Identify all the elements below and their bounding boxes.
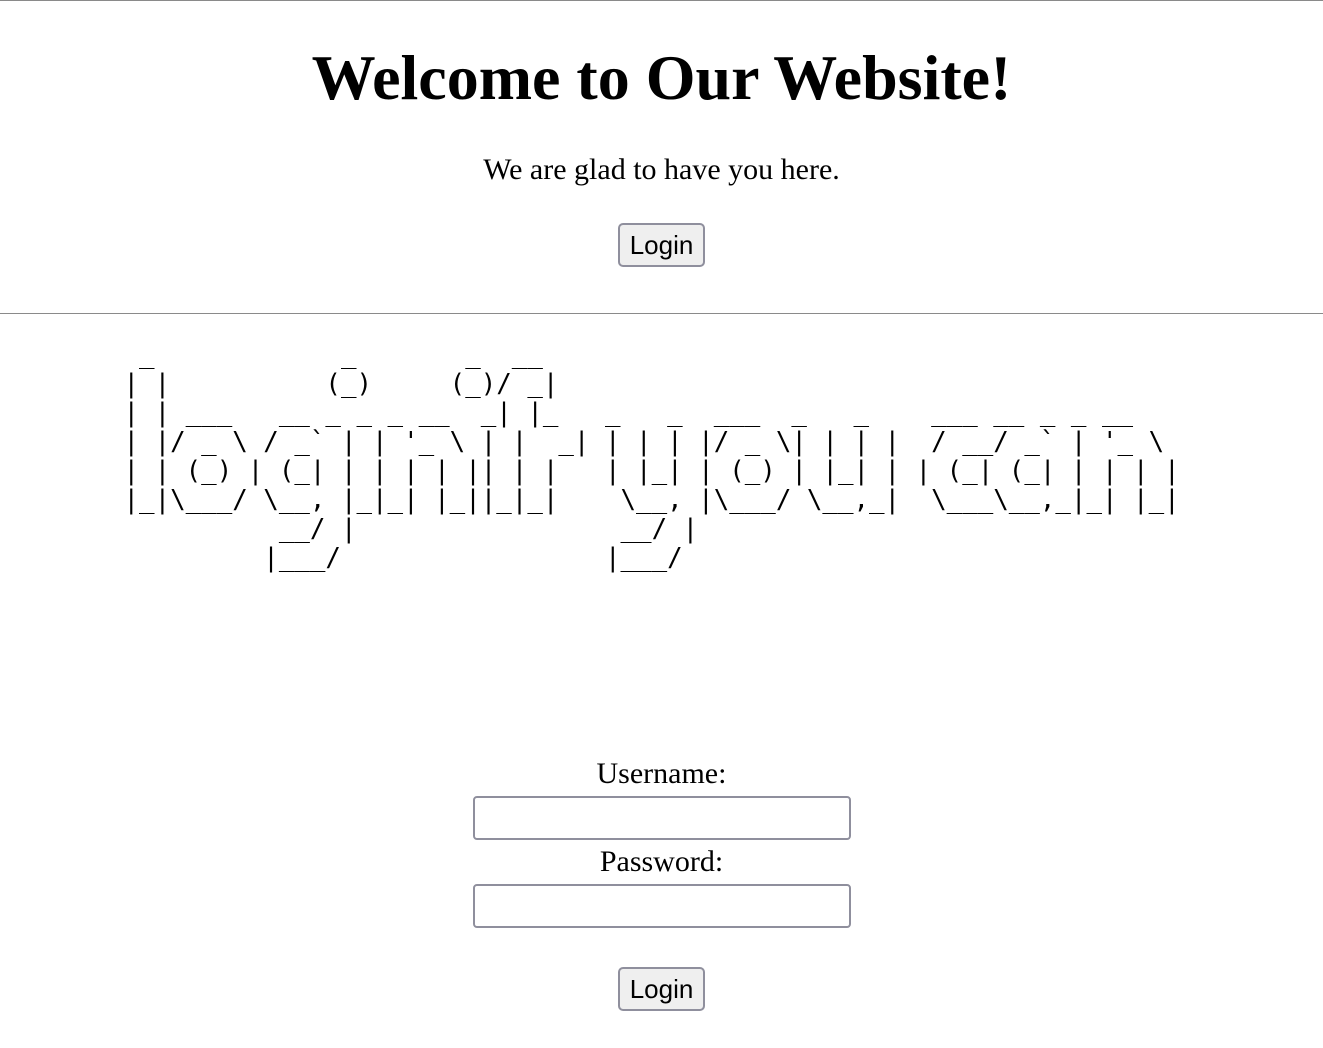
ascii-art-banner: _ _ _ __ | | (_) (_)/ _| | | ___ __ _ _ … xyxy=(123,340,1180,573)
page-title: Welcome to Our Website! xyxy=(311,42,1012,113)
section-divider xyxy=(0,313,1323,314)
username-input[interactable] xyxy=(472,796,851,840)
header-login-button[interactable]: Login xyxy=(617,223,706,267)
welcome-header: Welcome to Our Website! We are glad to h… xyxy=(0,1,1323,267)
password-input[interactable] xyxy=(472,884,851,928)
form-login-button[interactable]: Login xyxy=(617,967,706,1011)
login-form: Username: Password: Login xyxy=(0,752,1323,1011)
password-label: Password: xyxy=(599,845,724,878)
header-login-container: Login xyxy=(0,187,1323,267)
form-submit-container: Login xyxy=(0,928,1323,1011)
username-label: Username: xyxy=(596,757,727,790)
welcome-subtitle: We are glad to have you here. xyxy=(483,153,840,186)
